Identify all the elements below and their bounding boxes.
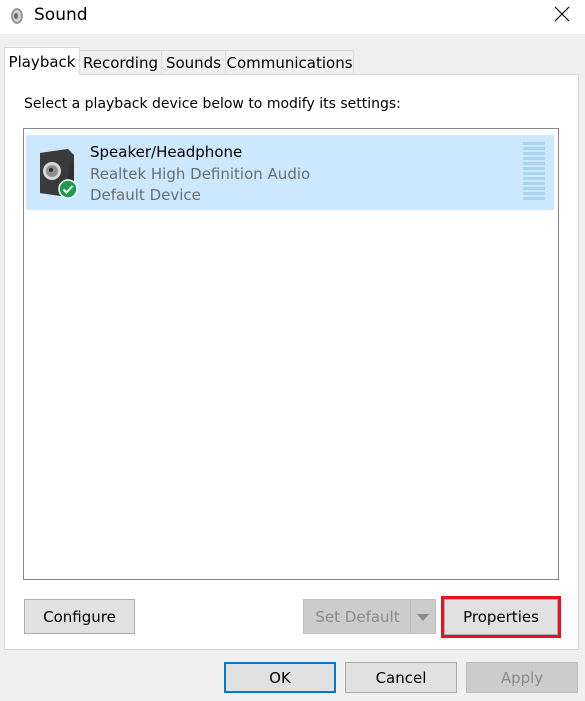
meter-bar bbox=[523, 187, 545, 190]
meter-bar bbox=[523, 152, 545, 155]
close-icon bbox=[554, 6, 570, 26]
tab-communications[interactable]: Communications bbox=[225, 50, 354, 74]
device-driver: Realtek High Definition Audio bbox=[90, 165, 311, 183]
tab-playback[interactable]: Playback bbox=[4, 47, 80, 75]
chevron-down-icon bbox=[417, 608, 429, 626]
configure-button[interactable]: Configure bbox=[24, 599, 135, 634]
title-bar: Sound bbox=[0, 0, 585, 34]
apply-button: Apply bbox=[466, 662, 578, 693]
meter-bar bbox=[523, 167, 545, 170]
green-check-icon bbox=[58, 179, 78, 203]
meter-bar bbox=[523, 192, 545, 195]
window-title: Sound bbox=[34, 5, 88, 25]
tab-sounds[interactable]: Sounds bbox=[161, 50, 226, 74]
cancel-button[interactable]: Cancel bbox=[345, 662, 457, 693]
meter-bar bbox=[523, 162, 545, 165]
meter-bar bbox=[523, 172, 545, 175]
device-list[interactable]: Speaker/Headphone Realtek High Definitio… bbox=[23, 128, 559, 580]
device-name: Speaker/Headphone bbox=[90, 143, 243, 161]
meter-bar bbox=[523, 157, 545, 160]
meter-bar bbox=[523, 147, 545, 150]
close-button[interactable] bbox=[539, 0, 585, 32]
device-item[interactable]: Speaker/Headphone Realtek High Definitio… bbox=[26, 135, 554, 210]
meter-bar bbox=[523, 182, 545, 185]
highlight-box bbox=[441, 596, 561, 638]
meter-bar bbox=[523, 142, 545, 145]
instruction-text: Select a playback device below to modify… bbox=[24, 96, 401, 112]
set-default-button: Set Default bbox=[303, 599, 411, 634]
device-status: Default Device bbox=[90, 186, 201, 204]
tab-recording[interactable]: Recording bbox=[79, 50, 162, 74]
ok-button[interactable]: OK bbox=[224, 662, 336, 693]
meter-bar bbox=[523, 197, 545, 200]
volume-meter bbox=[523, 142, 545, 202]
speaker-icon bbox=[8, 7, 24, 25]
meter-bar bbox=[523, 177, 545, 180]
set-default-dropdown bbox=[410, 599, 436, 634]
